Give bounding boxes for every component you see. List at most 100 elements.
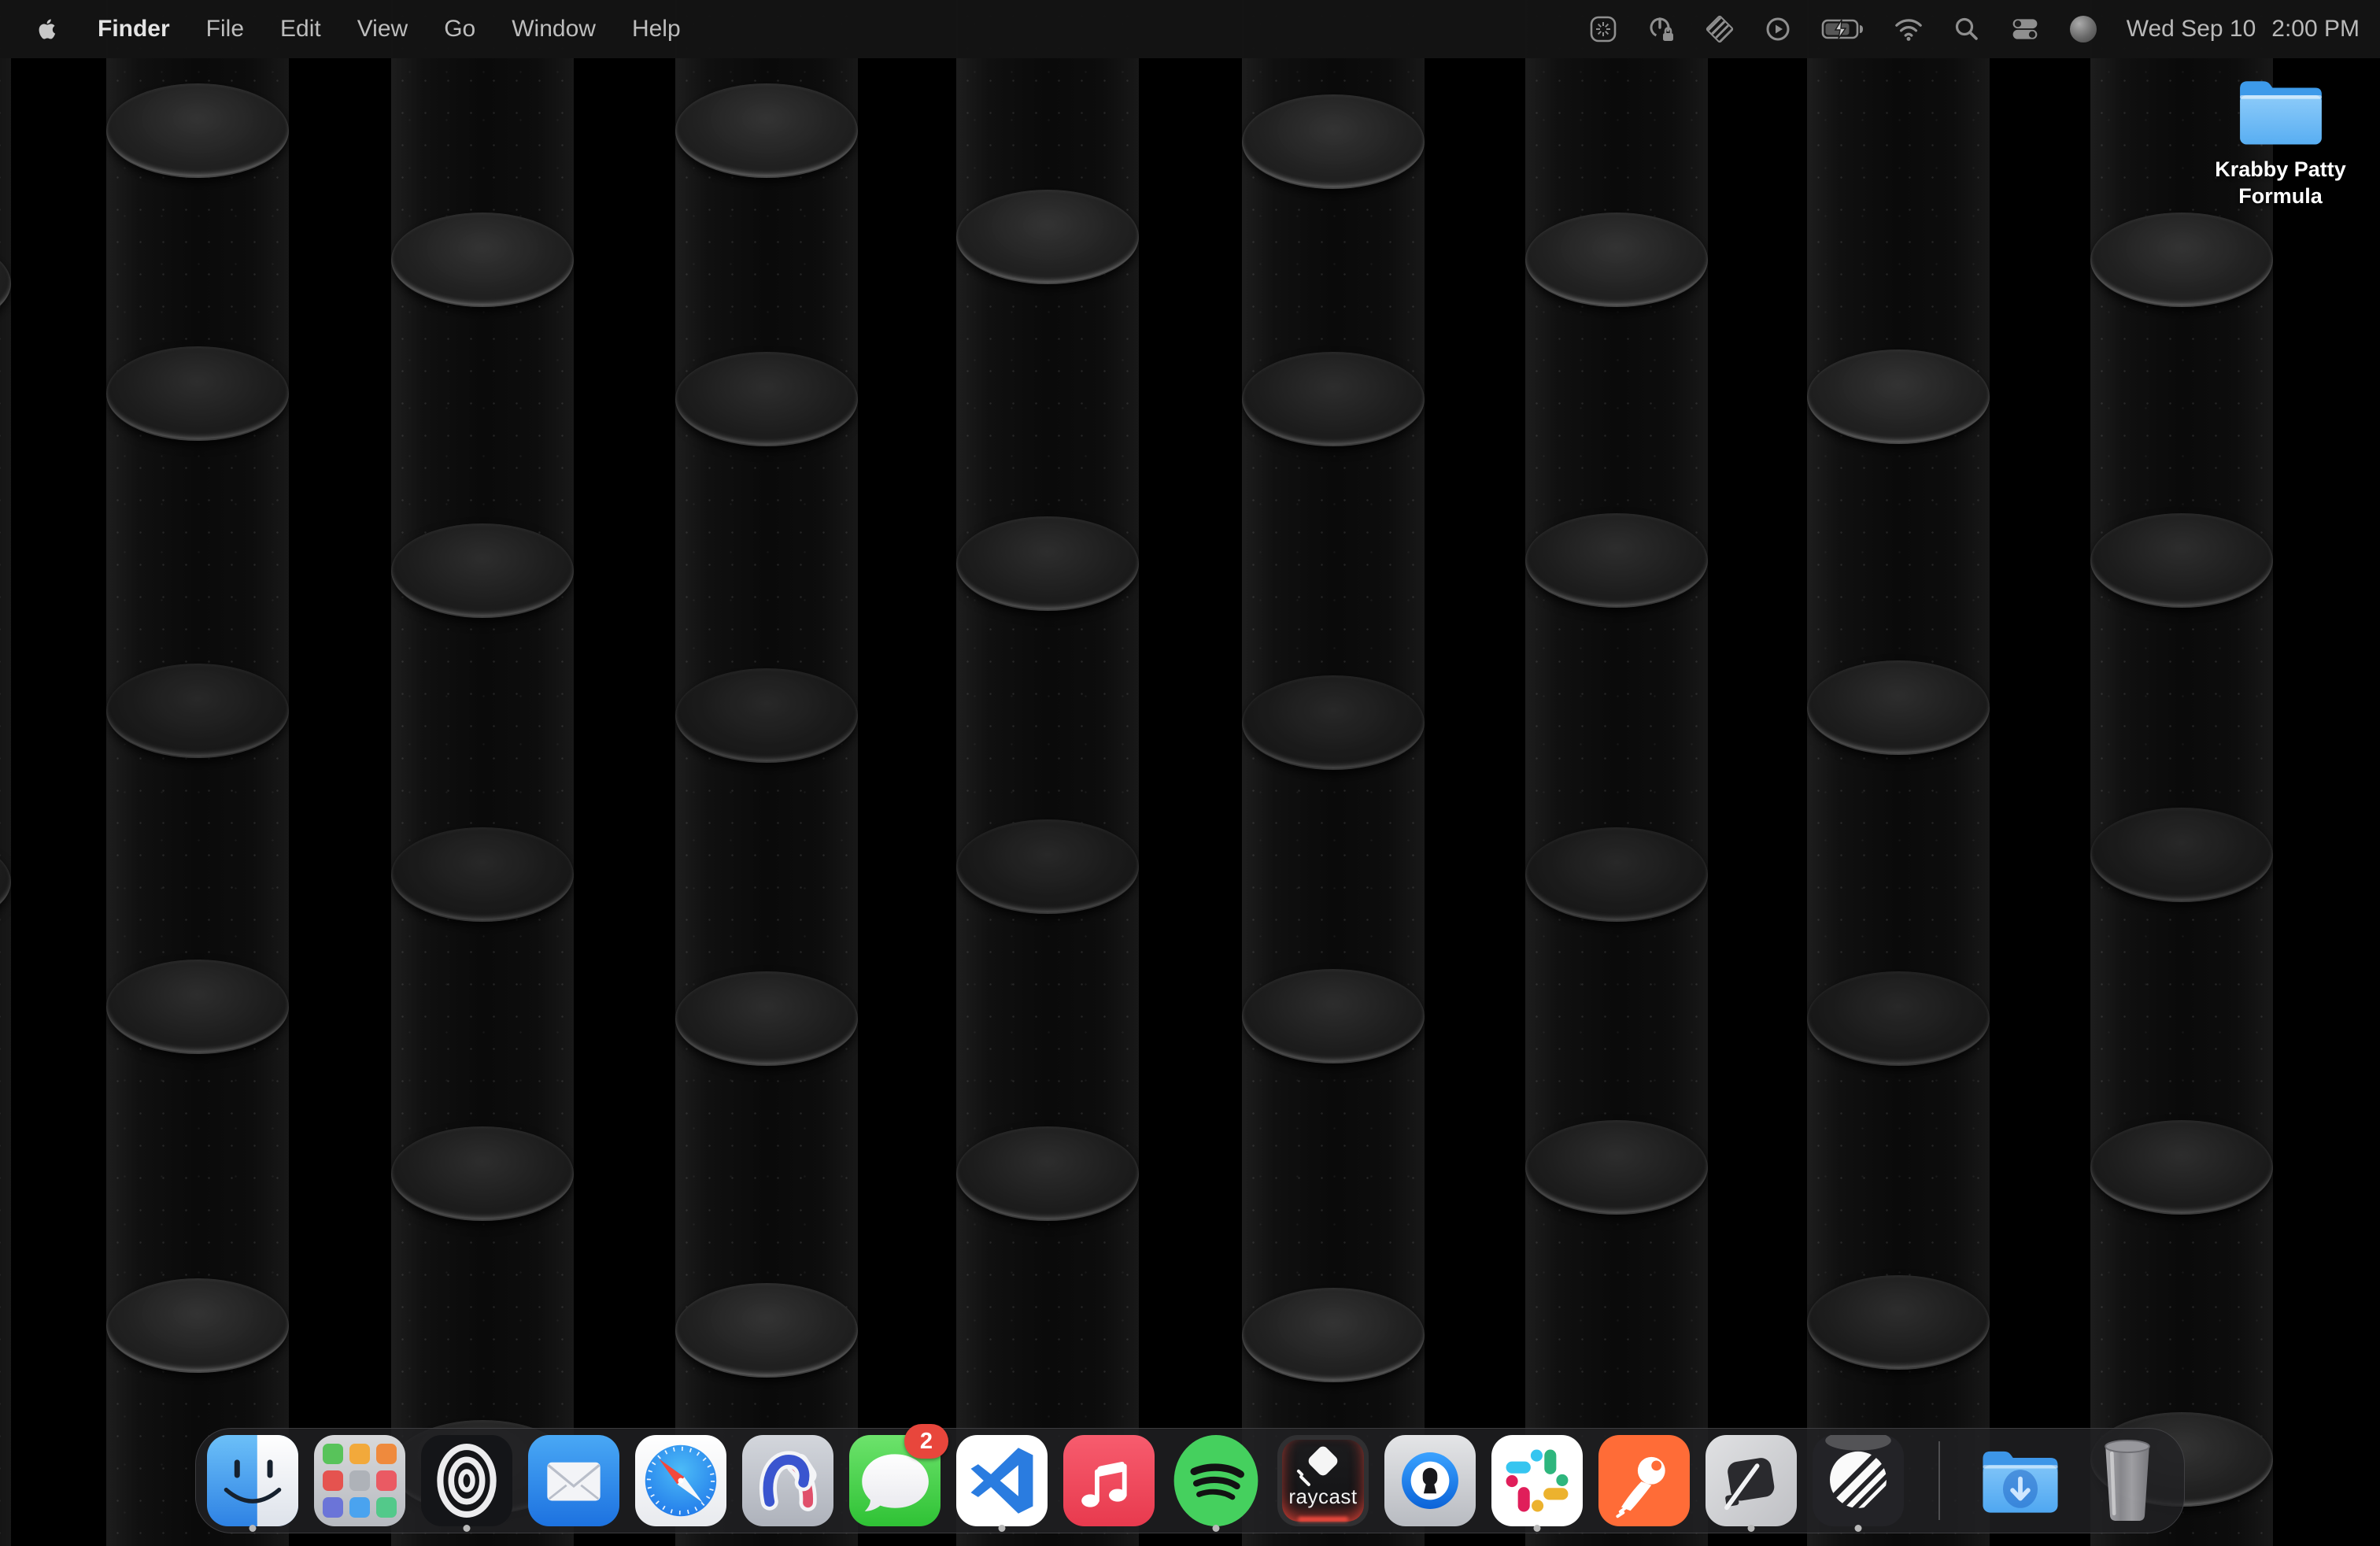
dock-item-messages[interactable]: 2 bbox=[849, 1429, 941, 1533]
vscode-icon bbox=[956, 1435, 1048, 1526]
dock-item-safari[interactable] bbox=[635, 1429, 726, 1533]
wallpaper-cylinder-column bbox=[391, 0, 574, 1546]
dock: 2 bbox=[195, 1428, 2185, 1533]
battery-charging-icon[interactable] bbox=[1821, 14, 1865, 44]
spotlight-search-icon[interactable] bbox=[1952, 14, 1982, 44]
wallpaper-cylinder-column bbox=[675, 0, 858, 1546]
menu-file[interactable]: File bbox=[206, 16, 244, 43]
notification-badge: 2 bbox=[904, 1424, 948, 1459]
menu-help[interactable]: Help bbox=[632, 16, 681, 43]
arc-browser-icon bbox=[742, 1435, 833, 1526]
cylinder-cap bbox=[106, 1278, 289, 1373]
cylinder-cap bbox=[2090, 213, 2273, 307]
dock-item-downloads[interactable] bbox=[1975, 1429, 2066, 1533]
menu-bar-clock[interactable]: Wed Sep 10 2:00 PM bbox=[2127, 16, 2360, 43]
dock-item-launchpad[interactable] bbox=[314, 1429, 405, 1533]
folder-label: Krabby Patty Formula bbox=[2202, 156, 2360, 209]
dock-item-linear[interactable] bbox=[1813, 1429, 1904, 1533]
linear-icon bbox=[1813, 1435, 1904, 1526]
sphere-menu-icon[interactable] bbox=[2068, 14, 2098, 44]
dock-item-1password[interactable] bbox=[1384, 1429, 1476, 1533]
dock-item-slack[interactable] bbox=[1491, 1429, 1583, 1533]
cylinder-cap bbox=[1807, 1275, 1990, 1370]
cylinder-cap bbox=[1242, 675, 1425, 770]
dark-z-glyph-icon bbox=[1706, 1435, 1797, 1526]
cylinder-cap bbox=[106, 83, 289, 178]
wallpaper-cylinder-column bbox=[0, 0, 11, 1546]
apple-menu[interactable] bbox=[31, 14, 61, 44]
cylinder-cap bbox=[1242, 94, 1425, 189]
cylinder-cap bbox=[956, 1126, 1139, 1221]
active-app-name[interactable]: Finder bbox=[98, 16, 170, 43]
raycast-label: raycast bbox=[1277, 1485, 1369, 1509]
dock-item-zed[interactable] bbox=[1706, 1429, 1797, 1533]
power-lock-icon[interactable] bbox=[1646, 14, 1676, 44]
wallpaper-cylinder-column bbox=[1807, 0, 1990, 1546]
dock-item-arc[interactable] bbox=[742, 1429, 833, 1533]
wallpaper-cylinder-column bbox=[1242, 0, 1425, 1546]
dock-item-mail[interactable] bbox=[528, 1429, 619, 1533]
sunburst-square-icon[interactable] bbox=[1588, 14, 1618, 44]
dock-item-vscode[interactable] bbox=[956, 1429, 1048, 1533]
spotify-icon bbox=[1170, 1435, 1262, 1526]
desktop-folder-krabby-patty-formula[interactable]: Krabby Patty Formula bbox=[2196, 72, 2365, 209]
menu-bar: Finder File Edit View Go Window Help bbox=[0, 0, 2380, 58]
apple-logo-icon bbox=[36, 17, 57, 41]
cylinder-cap bbox=[1242, 1288, 1425, 1382]
cylinder-cap bbox=[1807, 971, 1990, 1066]
cylinder-cap bbox=[1525, 513, 1708, 608]
control-center-icon[interactable] bbox=[2010, 14, 2040, 44]
cylinder-cap bbox=[675, 1283, 858, 1378]
menu-go[interactable]: Go bbox=[444, 16, 475, 43]
now-playing-icon[interactable] bbox=[1763, 14, 1793, 44]
concentric-rings-icon bbox=[421, 1435, 512, 1526]
dock-item-music[interactable] bbox=[1063, 1429, 1155, 1533]
running-indicator bbox=[1855, 1525, 1862, 1532]
cylinder-cap bbox=[1525, 213, 1708, 307]
cylinder-cap bbox=[1807, 660, 1990, 755]
menu-window[interactable]: Window bbox=[512, 16, 596, 43]
macos-desktop: { "menu_bar": { "app_name": "Finder", "m… bbox=[0, 0, 2380, 1546]
finder-icon bbox=[207, 1435, 298, 1526]
dock-item-raycast[interactable]: raycast bbox=[1277, 1429, 1369, 1533]
menu-bar-status: Wed Sep 10 2:00 PM bbox=[1588, 14, 2380, 44]
trash-icon bbox=[2082, 1435, 2173, 1526]
cylinder-cap bbox=[1525, 1120, 1708, 1215]
dock-item-rewind[interactable] bbox=[421, 1429, 512, 1533]
dock-item-finder[interactable] bbox=[207, 1429, 298, 1533]
cylinder-cap bbox=[956, 190, 1139, 284]
apple-music-icon bbox=[1063, 1435, 1155, 1526]
clock-time: 2:00 PM bbox=[2271, 16, 2360, 43]
folder-icon bbox=[2234, 72, 2327, 150]
cylinder-cap bbox=[106, 664, 289, 758]
cylinder-cap bbox=[391, 213, 574, 307]
cylinder-cap bbox=[956, 819, 1139, 914]
cylinder-cap bbox=[1525, 827, 1708, 922]
menu-view[interactable]: View bbox=[357, 16, 408, 43]
postman-icon bbox=[1598, 1435, 1690, 1526]
running-indicator bbox=[1534, 1525, 1541, 1532]
menu-edit[interactable]: Edit bbox=[280, 16, 321, 43]
dock-item-spotify[interactable] bbox=[1170, 1429, 1262, 1533]
cylinder-cap bbox=[391, 523, 574, 618]
dock-item-postman[interactable] bbox=[1598, 1429, 1690, 1533]
cylinder-cap bbox=[675, 352, 858, 446]
cylinder-cap bbox=[956, 516, 1139, 611]
mail-icon bbox=[528, 1435, 619, 1526]
dock-item-trash[interactable] bbox=[2082, 1429, 2173, 1533]
wifi-icon[interactable] bbox=[1894, 14, 1924, 44]
cylinder-cap bbox=[2090, 808, 2273, 902]
running-indicator bbox=[1213, 1525, 1220, 1532]
cylinder-cap bbox=[0, 834, 11, 929]
striped-diamond-icon[interactable] bbox=[1705, 14, 1735, 44]
running-indicator bbox=[1748, 1525, 1755, 1532]
1password-icon bbox=[1384, 1435, 1476, 1526]
clock-date: Wed Sep 10 bbox=[2127, 16, 2256, 43]
cylinder-cap bbox=[391, 827, 574, 922]
cylinder-cap bbox=[0, 236, 11, 331]
running-indicator bbox=[464, 1525, 471, 1532]
running-indicator bbox=[249, 1525, 257, 1532]
safari-icon bbox=[635, 1435, 726, 1526]
cylinder-cap bbox=[106, 960, 289, 1054]
menu-bar-left: Finder File Edit View Go Window Help bbox=[0, 14, 681, 44]
